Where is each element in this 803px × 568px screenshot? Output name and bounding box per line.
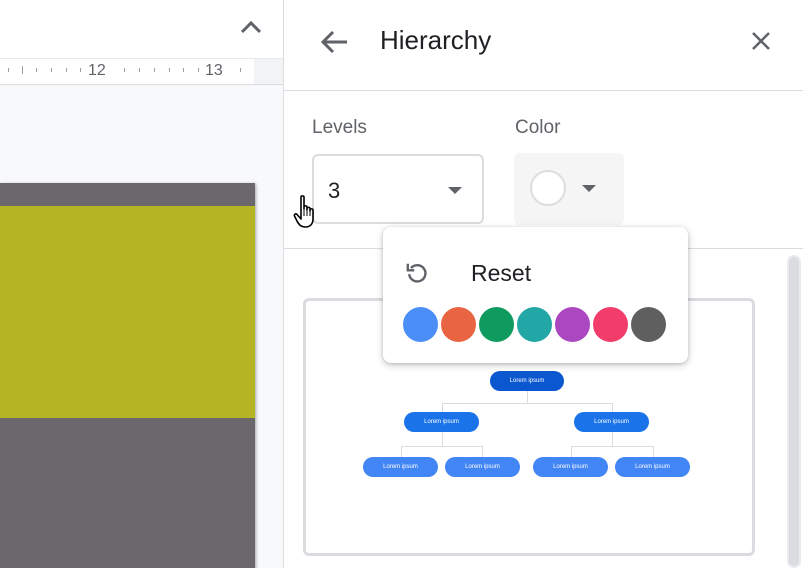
panel-header: Hierarchy [284, 0, 803, 91]
color-swatch-green[interactable] [479, 307, 514, 342]
layout-options: Levels Color 3 [284, 91, 803, 249]
ruler-label-12: 12 [87, 62, 107, 80]
org-node-root: Lorem ipsum [490, 371, 564, 391]
org-node-level3: Lorem ipsum [533, 457, 608, 477]
color-swatch-blue[interactable] [403, 307, 438, 342]
color-swatch-pink[interactable] [593, 307, 628, 342]
back-arrow-icon [320, 30, 347, 54]
hand-cursor-icon [293, 195, 314, 228]
levels-label: Levels [312, 117, 367, 138]
panel-scrollbar[interactable] [787, 255, 801, 568]
color-swatch-gray[interactable] [631, 307, 666, 342]
levels-dropdown[interactable]: 3 [312, 154, 484, 224]
reset-label: Reset [471, 260, 532, 286]
org-node-level3: Lorem ipsum [445, 457, 520, 477]
org-node-level2: Lorem ipsum [574, 412, 649, 432]
org-node-level3: Lorem ipsum [615, 457, 690, 477]
color-swatch-teal[interactable] [517, 307, 552, 342]
org-node-level2: Lorem ipsum [404, 412, 479, 432]
collapse-toolbar-button[interactable] [236, 12, 266, 42]
color-picker-button[interactable] [514, 153, 624, 225]
scrollbar-thumb[interactable] [789, 257, 799, 566]
panel-title: Hierarchy [380, 25, 492, 55]
color-label: Color [515, 117, 561, 138]
color-menu: Reset [383, 227, 688, 363]
levels-value: 3 [328, 178, 341, 203]
org-node-level3: Lorem ipsum [363, 457, 438, 477]
reset-color-option[interactable]: Reset [403, 253, 663, 293]
horizontal-ruler[interactable]: 12 13 [0, 58, 283, 85]
color-swatches [403, 307, 666, 342]
chevron-up-icon [240, 20, 262, 34]
back-button[interactable] [316, 24, 352, 60]
color-swatch-purple[interactable] [555, 307, 590, 342]
slide-accent-shape[interactable] [0, 206, 255, 418]
document-area: 12 13 [0, 0, 283, 568]
current-color-swatch [530, 170, 566, 206]
toolbar-strip [0, 0, 283, 58]
close-icon [752, 32, 770, 50]
dropdown-caret-icon [582, 185, 596, 192]
ruler-label-13: 13 [204, 62, 224, 80]
color-swatch-orange[interactable] [441, 307, 476, 342]
dropdown-caret-icon [448, 187, 462, 194]
reset-icon [403, 259, 431, 287]
close-button[interactable] [746, 26, 776, 56]
